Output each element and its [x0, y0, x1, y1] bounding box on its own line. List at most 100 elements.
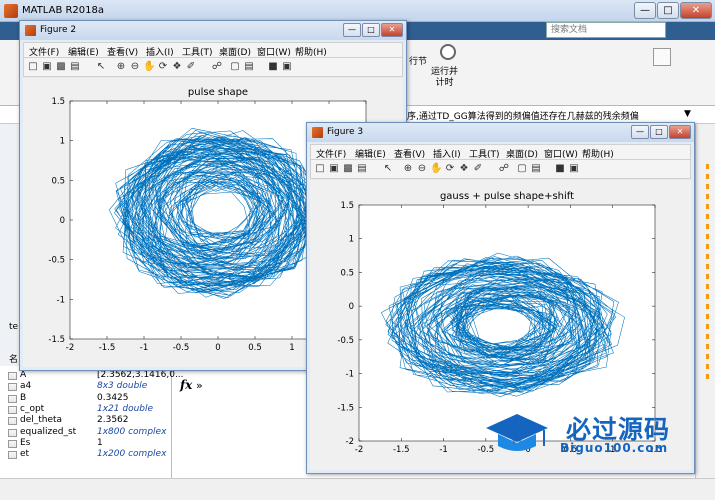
brush-icon[interactable]: ✐ [472, 163, 484, 175]
workspace-panel[interactable]: A [2.3562,3.1416,0... a4 8x3 double B 0.3425 c… [0, 366, 184, 478]
show-tools-icon[interactable]: ▣ [568, 163, 580, 175]
dropdown-arrow-icon[interactable]: ▼ [684, 109, 691, 119]
zoom-in-icon[interactable]: ⊕ [115, 61, 127, 73]
current-path-text: 序,通过TD_GG算法得到的频偏值还存在几赫兹的残余频偏 [407, 112, 639, 122]
main-title-bar: MATLAB R2018a — □ ✕ [0, 0, 715, 22]
x-tick-label: -1.5 [393, 445, 410, 455]
colorbar-icon[interactable]: ▢ [516, 163, 528, 175]
print-icon[interactable]: ▤ [356, 163, 368, 175]
link-icon[interactable]: ☍ [498, 163, 510, 175]
menu-window[interactable]: 窗口(W) [544, 147, 578, 160]
save-icon[interactable]: ▩ [55, 61, 67, 73]
colorbar-icon[interactable]: ▢ [229, 61, 241, 73]
menu-view[interactable]: 查看(V) [107, 45, 138, 58]
variable-icon [8, 451, 17, 460]
figure-3-close-button[interactable]: ✕ [669, 125, 691, 139]
legend-icon[interactable]: ▤ [530, 163, 542, 175]
chart-title: gauss + pulse shape+shift [440, 191, 574, 202]
figure-3-minimize-button[interactable]: — [631, 125, 649, 139]
layout-icon[interactable] [653, 48, 671, 66]
zoom-out-icon[interactable]: ⊖ [129, 61, 141, 73]
menu-window[interactable]: 窗口(W) [257, 45, 291, 58]
menu-edit[interactable]: 编辑(E) [68, 45, 99, 58]
run-and-time-button[interactable]: 运行并 计时 [431, 67, 458, 89]
data-cursor-icon[interactable]: ❖ [458, 163, 470, 175]
menu-tools[interactable]: 工具(T) [469, 147, 500, 160]
link-icon[interactable]: ☍ [211, 61, 223, 73]
pointer-icon[interactable]: ↖ [95, 61, 107, 73]
open-file-icon[interactable]: ▣ [41, 61, 53, 73]
menu-file[interactable]: 文件(F) [316, 147, 346, 160]
print-icon[interactable]: ▤ [69, 61, 81, 73]
y-tick-label: -2 [346, 437, 354, 447]
ribbon-run-section-button[interactable]: 行节 [409, 54, 427, 67]
workspace-row[interactable]: del_theta 2.3562 [0, 415, 172, 426]
workspace-row[interactable]: et 1x200 complex [0, 449, 172, 460]
variable-name: del_theta [20, 415, 63, 426]
search-documentation-input[interactable]: 搜索文档 [546, 22, 666, 38]
minimize-button[interactable]: — [634, 2, 656, 19]
workspace-row[interactable]: A [2.3562,3.1416,0... [0, 370, 184, 381]
variable-icon [8, 372, 17, 380]
left-tab-label: te [9, 322, 19, 332]
hide-tools-icon[interactable]: ■ [554, 163, 566, 175]
variable-value: [2.3562,3.1416,0... [97, 370, 184, 380]
new-figure-icon[interactable]: □ [314, 163, 326, 175]
y-tick-label: 0 [60, 216, 65, 226]
y-tick-label: 1 [60, 137, 65, 147]
main-window-title: MATLAB R2018a [22, 5, 105, 16]
x-tick-label: -1 [439, 445, 447, 455]
rotate-icon[interactable]: ⟳ [157, 61, 169, 73]
legend-icon[interactable]: ▤ [243, 61, 255, 73]
workspace-row[interactable]: a4 8x3 double [0, 381, 172, 392]
menu-help[interactable]: 帮助(H) [582, 147, 614, 160]
save-icon[interactable]: ▩ [342, 163, 354, 175]
right-scroll-panel[interactable] [695, 124, 715, 478]
variable-name: et [20, 449, 30, 460]
menu-tools[interactable]: 工具(T) [182, 45, 213, 58]
figure-2-title: Figure 2 [40, 25, 77, 35]
matlab-logo-icon [25, 25, 36, 36]
figure-3-maximize-button[interactable]: □ [650, 125, 668, 139]
pan-icon[interactable]: ✋ [143, 61, 155, 73]
menu-file[interactable]: 文件(F) [29, 45, 59, 58]
pan-icon[interactable]: ✋ [430, 163, 442, 175]
variable-value: 1x800 complex [97, 426, 167, 437]
x-tick-label: -0.5 [173, 343, 190, 353]
menu-view[interactable]: 查看(V) [394, 147, 425, 160]
brush-icon[interactable]: ✐ [185, 61, 197, 73]
variable-value: 1 [97, 437, 103, 448]
variable-icon [8, 439, 17, 448]
zoom-in-icon[interactable]: ⊕ [402, 163, 414, 175]
show-tools-icon[interactable]: ▣ [281, 61, 293, 73]
close-button[interactable]: ✕ [680, 2, 712, 19]
figure-2-maximize-button[interactable]: □ [362, 23, 380, 37]
x-tick-label: 0 [215, 343, 220, 353]
maximize-button[interactable]: □ [657, 2, 679, 19]
figure-3-title: Figure 3 [327, 127, 364, 137]
graduation-cap-logo-icon [484, 412, 550, 456]
workspace-row[interactable]: equalized_st 1x800 complex [0, 427, 172, 438]
workspace-row[interactable]: c_opt 1x21 double [0, 404, 172, 415]
variable-name: equalized_st [20, 426, 77, 437]
menu-desktop[interactable]: 桌面(D) [219, 45, 251, 58]
workspace-row[interactable]: B 0.3425 [0, 393, 172, 404]
open-file-icon[interactable]: ▣ [328, 163, 340, 175]
variable-name: Es [20, 437, 31, 448]
data-cursor-icon[interactable]: ❖ [171, 61, 183, 73]
menu-edit[interactable]: 编辑(E) [355, 147, 386, 160]
figure-2-minimize-button[interactable]: — [343, 23, 361, 37]
menu-insert[interactable]: 插入(I) [433, 147, 461, 160]
pointer-icon[interactable]: ↖ [382, 163, 394, 175]
variable-name: A [20, 370, 27, 380]
menu-insert[interactable]: 插入(I) [146, 45, 174, 58]
new-figure-icon[interactable]: □ [27, 61, 39, 73]
menu-help[interactable]: 帮助(H) [295, 45, 327, 58]
figure-2-close-button[interactable]: ✕ [381, 23, 403, 37]
menu-desktop[interactable]: 桌面(D) [506, 147, 538, 160]
hide-tools-icon[interactable]: ■ [267, 61, 279, 73]
workspace-row[interactable]: Es 1 [0, 438, 172, 449]
variable-icon [8, 394, 17, 403]
zoom-out-icon[interactable]: ⊖ [416, 163, 428, 175]
rotate-icon[interactable]: ⟳ [444, 163, 456, 175]
